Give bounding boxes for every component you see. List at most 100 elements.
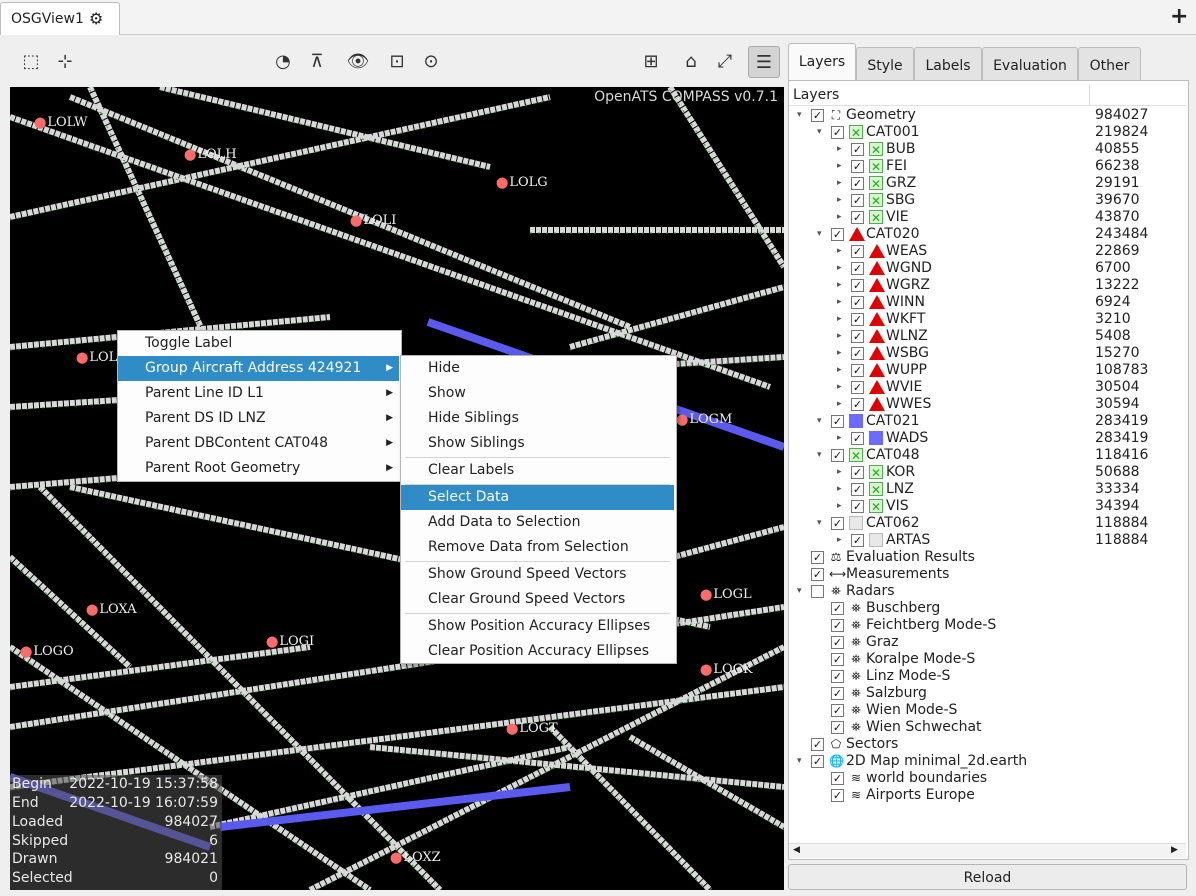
collapse-arrow-icon[interactable]: ▾	[817, 447, 822, 464]
expand-arrow-icon[interactable]: ▸	[837, 209, 842, 226]
expand-arrow-icon[interactable]: ▸	[837, 464, 842, 481]
tree-row[interactable]: ✓ ⛯ Graz	[789, 634, 1184, 651]
layer-checkbox[interactable]: ✓	[851, 432, 864, 445]
home-zoom-icon[interactable]: ⌂	[676, 46, 706, 76]
height-icon[interactable]: ⊼	[302, 46, 332, 76]
layer-checkbox[interactable]: ✓	[851, 143, 864, 156]
layer-checkbox[interactable]: ✓	[831, 772, 844, 785]
expand-arrow-icon[interactable]: ▸	[837, 311, 842, 328]
menu-item[interactable]: Clear Labels	[401, 458, 674, 483]
expand-arrow-icon[interactable]: ▸	[837, 379, 842, 396]
tree-row[interactable]: ✓ ⛯ Wien Mode-S	[789, 702, 1184, 719]
layer-checkbox[interactable]: ✓	[831, 517, 844, 530]
layer-checkbox[interactable]: ✓	[831, 670, 844, 683]
tree-row[interactable]: ▸ ✓ ✕ LNZ 33334	[789, 481, 1184, 498]
tree-row[interactable]: ✓ ⟷ Measurements	[789, 566, 1184, 583]
tree-row[interactable]: ✓ ⛯ Salzburg	[789, 685, 1184, 702]
tree-row[interactable]: ✓ ≋ Airports Europe	[789, 787, 1184, 804]
tab-style[interactable]: Style	[856, 47, 914, 82]
layer-checkbox[interactable]: ✓	[851, 177, 864, 190]
add-tab-icon[interactable]: +	[1170, 4, 1188, 29]
tree-row[interactable]: ▾ ✓ CAT062 118884	[789, 515, 1184, 532]
layer-checkbox[interactable]: ✓	[811, 568, 824, 581]
tree-row[interactable]: ▸ ✓ WKFT 3210	[789, 311, 1184, 328]
collapse-arrow-icon[interactable]: ▾	[797, 753, 802, 770]
tree-row[interactable]: ▸ ✓ ✕ BUB 40855	[789, 141, 1184, 158]
tab-layers[interactable]: Layers	[788, 43, 856, 82]
time-filter-icon[interactable]: ◔	[268, 46, 298, 76]
layer-checkbox[interactable]: ✓	[851, 534, 864, 547]
tab-other[interactable]: Other	[1078, 47, 1141, 82]
layer-checkbox[interactable]: ✓	[831, 636, 844, 649]
menu-item[interactable]: Parent Line ID L1 ▶	[118, 381, 399, 406]
expand-arrow-icon[interactable]: ▸	[837, 141, 842, 158]
menu-item[interactable]: Show Position Accuracy Ellipses	[401, 614, 674, 639]
layer-checkbox[interactable]: ✓	[831, 721, 844, 734]
layer-checkbox[interactable]: ✓	[811, 551, 824, 564]
zoom-data-icon[interactable]: ⤢	[710, 46, 740, 76]
layer-checkbox[interactable]	[811, 585, 824, 598]
layer-checkbox[interactable]: ✓	[851, 194, 864, 207]
expand-arrow-icon[interactable]: ▸	[837, 532, 842, 549]
tree-row[interactable]: ▸ ✓ ✕ SBG 39670	[789, 192, 1184, 209]
expand-arrow-icon[interactable]: ▸	[837, 277, 842, 294]
tree-row[interactable]: ▸ ✓ WINN 6924	[789, 294, 1184, 311]
3d-view-icon[interactable]: ⊞	[636, 46, 666, 76]
select-add-icon[interactable]: ⬚	[16, 46, 46, 76]
menu-item[interactable]: Parent DBContent CAT048 ▶	[118, 431, 399, 456]
layer-checkbox[interactable]: ✓	[851, 211, 864, 224]
layer-checkbox[interactable]: ✓	[851, 500, 864, 513]
tree-row[interactable]: ✓ ⛯ Buschberg	[789, 600, 1184, 617]
layer-checkbox[interactable]: ✓	[851, 245, 864, 258]
tab-osgview1[interactable]: OSGView1 ⚙	[0, 2, 120, 35]
expand-arrow-icon[interactable]: ▸	[837, 481, 842, 498]
menu-item[interactable]: Parent DS ID LNZ ▶	[118, 406, 399, 431]
expand-arrow-icon[interactable]: ▸	[837, 328, 842, 345]
layer-checkbox[interactable]: ✓	[851, 466, 864, 479]
expand-arrow-icon[interactable]: ▸	[837, 396, 842, 413]
expand-arrow-icon[interactable]: ▸	[837, 158, 842, 175]
tree-row[interactable]: ▸ ✓ WWES 30594	[789, 396, 1184, 413]
menu-item[interactable]: Clear Ground Speed Vectors	[401, 587, 674, 612]
collapse-arrow-icon[interactable]: ▾	[817, 515, 822, 532]
menu-item[interactable]: Parent Root Geometry ▶	[118, 456, 399, 481]
menu-item[interactable]: Group Aircraft Address 424921 ▶	[118, 356, 399, 381]
tree-row[interactable]: ▾ ⛯ Radars	[789, 583, 1184, 600]
menu-item[interactable]: Remove Data from Selection	[401, 535, 674, 560]
tree-row[interactable]: ▸ ✓ ✕ KOR 50688	[789, 464, 1184, 481]
layer-checkbox[interactable]: ✓	[831, 653, 844, 666]
layer-checkbox[interactable]: ✓	[831, 449, 844, 462]
expand-arrow-icon[interactable]: ▸	[837, 294, 842, 311]
menu-item[interactable]: Toggle Label	[118, 331, 399, 356]
tree-row[interactable]: ▸ ✓ WUPP 108783	[789, 362, 1184, 379]
collapse-arrow-icon[interactable]: ▾	[817, 413, 822, 430]
tree-row[interactable]: ▾ ✓ CAT021 283419	[789, 413, 1184, 430]
tree-row[interactable]: ▸ ✓ ✕ FEI 66238	[789, 158, 1184, 175]
layer-checkbox[interactable]: ✓	[851, 398, 864, 411]
tree-row[interactable]: ▸ ✓ ✕ GRZ 29191	[789, 175, 1184, 192]
horizontal-scrollbar[interactable]: ◀ ▶	[789, 843, 1186, 858]
view-points-icon[interactable]: ⊙	[416, 46, 446, 76]
tree-row[interactable]: ▸ ✓ WADS 283419	[789, 430, 1184, 447]
menu-item[interactable]: Show Ground Speed Vectors	[401, 562, 674, 587]
collapse-arrow-icon[interactable]: ▾	[817, 124, 822, 141]
menu-item[interactable]: Clear Position Accuracy Ellipses	[401, 639, 674, 664]
layer-checkbox[interactable]: ✓	[851, 347, 864, 360]
layer-checkbox[interactable]: ✓	[811, 755, 824, 768]
layer-checkbox[interactable]: ✓	[811, 109, 824, 122]
menu-item[interactable]: Add Data to Selection	[401, 510, 674, 535]
expand-arrow-icon[interactable]: ▸	[837, 260, 842, 277]
layer-checkbox[interactable]: ✓	[831, 789, 844, 802]
layer-checkbox[interactable]: ✓	[831, 126, 844, 139]
expand-arrow-icon[interactable]: ▸	[837, 430, 842, 447]
expand-arrow-icon[interactable]: ▸	[837, 345, 842, 362]
tree-row[interactable]: ✓ ⛯ Koralpe Mode-S	[789, 651, 1184, 668]
layer-checkbox[interactable]: ✓	[811, 738, 824, 751]
layer-checkbox[interactable]: ✓	[831, 704, 844, 717]
tree-row[interactable]: ▸ ✓ WEAS 22869	[789, 243, 1184, 260]
tree-row[interactable]: ▾ ✓ ✕ CAT048 118416	[789, 447, 1184, 464]
menu-item[interactable]: Select Data	[401, 485, 674, 510]
collapse-arrow-icon[interactable]: ▾	[797, 107, 802, 124]
layer-checkbox[interactable]: ✓	[851, 381, 864, 394]
layer-checkbox[interactable]: ✓	[851, 364, 864, 377]
